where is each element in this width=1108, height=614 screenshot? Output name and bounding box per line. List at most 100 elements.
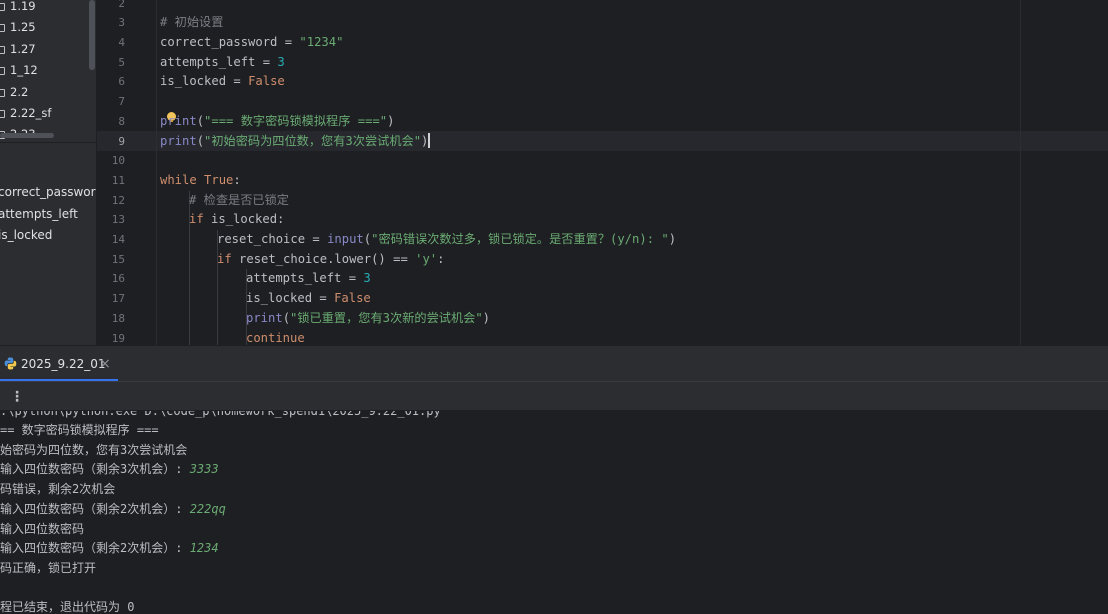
file-icon xyxy=(0,89,5,97)
file-icon xyxy=(0,24,5,32)
code-line-16: attempts_left = 3 xyxy=(246,269,371,289)
run-tab-2025-9-22-01[interactable]: 2025_9.22_01 xyxy=(0,346,106,382)
code-line-8: print("=== 数字密码锁模拟程序 ===") xyxy=(160,112,394,132)
gutter-divider xyxy=(156,0,157,345)
tree-item-label: 1.19 xyxy=(10,0,36,13)
code-string: "锁已重置，您有3次新的尝试机会" xyxy=(290,310,483,325)
code-keyword: if xyxy=(217,251,232,266)
console-line: 输入四位数密码（剩余3次机会）: 3333 xyxy=(0,460,219,480)
code-line-15: if reset_choice.lower() == 'y': xyxy=(217,250,444,270)
console-prompt: 输入四位数密码（剩余2次机会）: xyxy=(0,501,190,516)
code-identifier: reset_choice xyxy=(217,232,306,246)
code-paren: ) xyxy=(482,310,491,325)
code-line-12: # 检查是否已锁定 xyxy=(189,191,289,211)
console-line: 输入四位数密码（剩余2次机会）: 1234 xyxy=(0,539,219,559)
tree-item-1-27[interactable]: 1.27 xyxy=(0,39,90,59)
console-line: 输入四位数密码 xyxy=(0,521,85,536)
console-exit-line: 程已结束，退出代码为 0 xyxy=(0,600,135,614)
code-string: "密码错误次数过多，锁已锁定。是否重置？(y/n): " xyxy=(371,232,669,246)
line-number: 7 xyxy=(118,95,125,109)
line-number: 18 xyxy=(111,311,125,325)
code-keyword: False xyxy=(334,291,371,306)
line-number: 16 xyxy=(111,272,125,286)
code-builtin: print xyxy=(160,113,197,128)
console-user-input: 222qq xyxy=(189,501,226,516)
code-line-4: correct_password = "1234" xyxy=(160,33,343,53)
console-user-input: 3333 xyxy=(189,462,219,477)
code-comment: # 初始设置 xyxy=(160,15,224,30)
tree-item-2-2[interactable]: 2.2 xyxy=(0,82,90,102)
structure-item-attempts-left[interactable]: attempts_left xyxy=(0,204,95,226)
tree-item-1-19[interactable]: 1.19 xyxy=(0,0,90,16)
code-paren: ) xyxy=(668,232,677,246)
code-identifier: attempts_left xyxy=(160,54,256,69)
run-console-output[interactable]: :\python\python.exe D:\code_p\homework_s… xyxy=(0,411,1108,614)
code-builtin: input xyxy=(327,232,364,246)
code-string: "初始密码为四位数，您有3次尝试机会" xyxy=(204,133,422,148)
console-line: 始密码为四位数，您有3次尝试机会 xyxy=(0,442,188,457)
more-options-icon[interactable]: ⋮ xyxy=(10,387,24,407)
tree-item-label: 1_12 xyxy=(10,63,38,77)
line-number: 8 xyxy=(118,114,125,128)
line-number: 11 xyxy=(111,173,125,187)
code-operator: = xyxy=(255,54,278,69)
code-operator: = xyxy=(312,291,335,306)
file-icon xyxy=(0,46,5,54)
tree-item-label: 2.22_sf xyxy=(10,106,52,120)
sidebar-divider xyxy=(0,142,96,143)
structure-item-correct-password[interactable]: correct_password xyxy=(0,182,96,204)
code-paren: ( xyxy=(196,133,205,148)
line-number: 13 xyxy=(111,213,125,227)
code-line-17: is_locked = False xyxy=(246,289,371,309)
code-identifier: is_locked xyxy=(246,291,313,306)
code-keyword: True xyxy=(196,172,234,187)
code-keyword: if xyxy=(189,212,204,227)
code-line-9: print("初始密码为四位数，您有3次尝试机会") xyxy=(160,132,430,152)
tree-vertical-scrollbar[interactable] xyxy=(89,0,95,70)
code-paren: ) xyxy=(387,113,395,128)
code-editor[interactable]: 2 3 4 5 6 7 8 9 10 11 12 13 14 15 16 17 18 19 # 初始设置 corr… xyxy=(97,0,1108,345)
tree-horizontal-scrollbar[interactable] xyxy=(0,133,54,138)
line-number: 5 xyxy=(118,55,125,69)
code-line-13: if is_locked: xyxy=(189,210,284,230)
code-comment: # 检查是否已锁定 xyxy=(189,192,289,207)
line-number: 3 xyxy=(118,16,125,30)
code-identifier: reset_choice.lower() == xyxy=(231,251,416,266)
code-colon: : xyxy=(437,251,445,266)
code-string: 'y' xyxy=(415,251,438,266)
code-paren: ( xyxy=(363,232,372,246)
line-number: 15 xyxy=(111,252,125,266)
code-string: "1234" xyxy=(299,35,344,49)
code-identifier: correct_password xyxy=(160,35,278,49)
line-number: 17 xyxy=(111,292,125,306)
code-line-18: print("锁已重置，您有3次新的尝试机会") xyxy=(246,309,490,329)
structure-item-is-locked[interactable]: is_locked xyxy=(0,225,95,247)
code-operator: = xyxy=(341,271,364,286)
right-margin-guide xyxy=(1020,0,1021,345)
code-identifier: is_locked: xyxy=(203,212,285,227)
code-line-19: continue xyxy=(246,329,305,346)
code-number: 3 xyxy=(363,271,371,286)
code-line-6: is_locked = False xyxy=(160,72,285,92)
tree-item-1-12[interactable]: 1_12 xyxy=(0,60,90,80)
project-sidebar: 1.19 1.25 1.27 1_12 2.2 2.22_sf 2.23 cor… xyxy=(0,0,97,345)
close-icon[interactable]: × xyxy=(99,346,111,382)
line-number: 10 xyxy=(111,154,125,168)
project-tree: 1.19 1.25 1.27 1_12 2.2 2.22_sf 2.23 xyxy=(0,0,90,140)
tree-item-1-25[interactable]: 1.25 xyxy=(0,17,90,37)
code-identifier: attempts_left xyxy=(246,271,342,286)
console-line: 输入四位数密码（剩余2次机会）: 222qq xyxy=(0,500,226,520)
code-operator: = xyxy=(277,35,300,49)
file-icon xyxy=(0,67,5,75)
code-keyword: continue xyxy=(246,330,305,345)
code-paren: ) xyxy=(421,133,429,148)
code-string: "=== 数字密码锁模拟程序 ===" xyxy=(204,113,388,128)
code-paren: ( xyxy=(196,113,205,128)
code-line-3: # 初始设置 xyxy=(160,13,223,33)
tree-item-label: 2.2 xyxy=(10,85,29,99)
line-number: 2 xyxy=(118,0,125,10)
code-paren: ( xyxy=(282,310,291,325)
console-line: 码错误，剩余2次机会 xyxy=(0,482,116,497)
tree-item-2-22-sf[interactable]: 2.22_sf xyxy=(0,103,90,123)
console-prompt: 输入四位数密码（剩余2次机会）: xyxy=(0,541,190,556)
